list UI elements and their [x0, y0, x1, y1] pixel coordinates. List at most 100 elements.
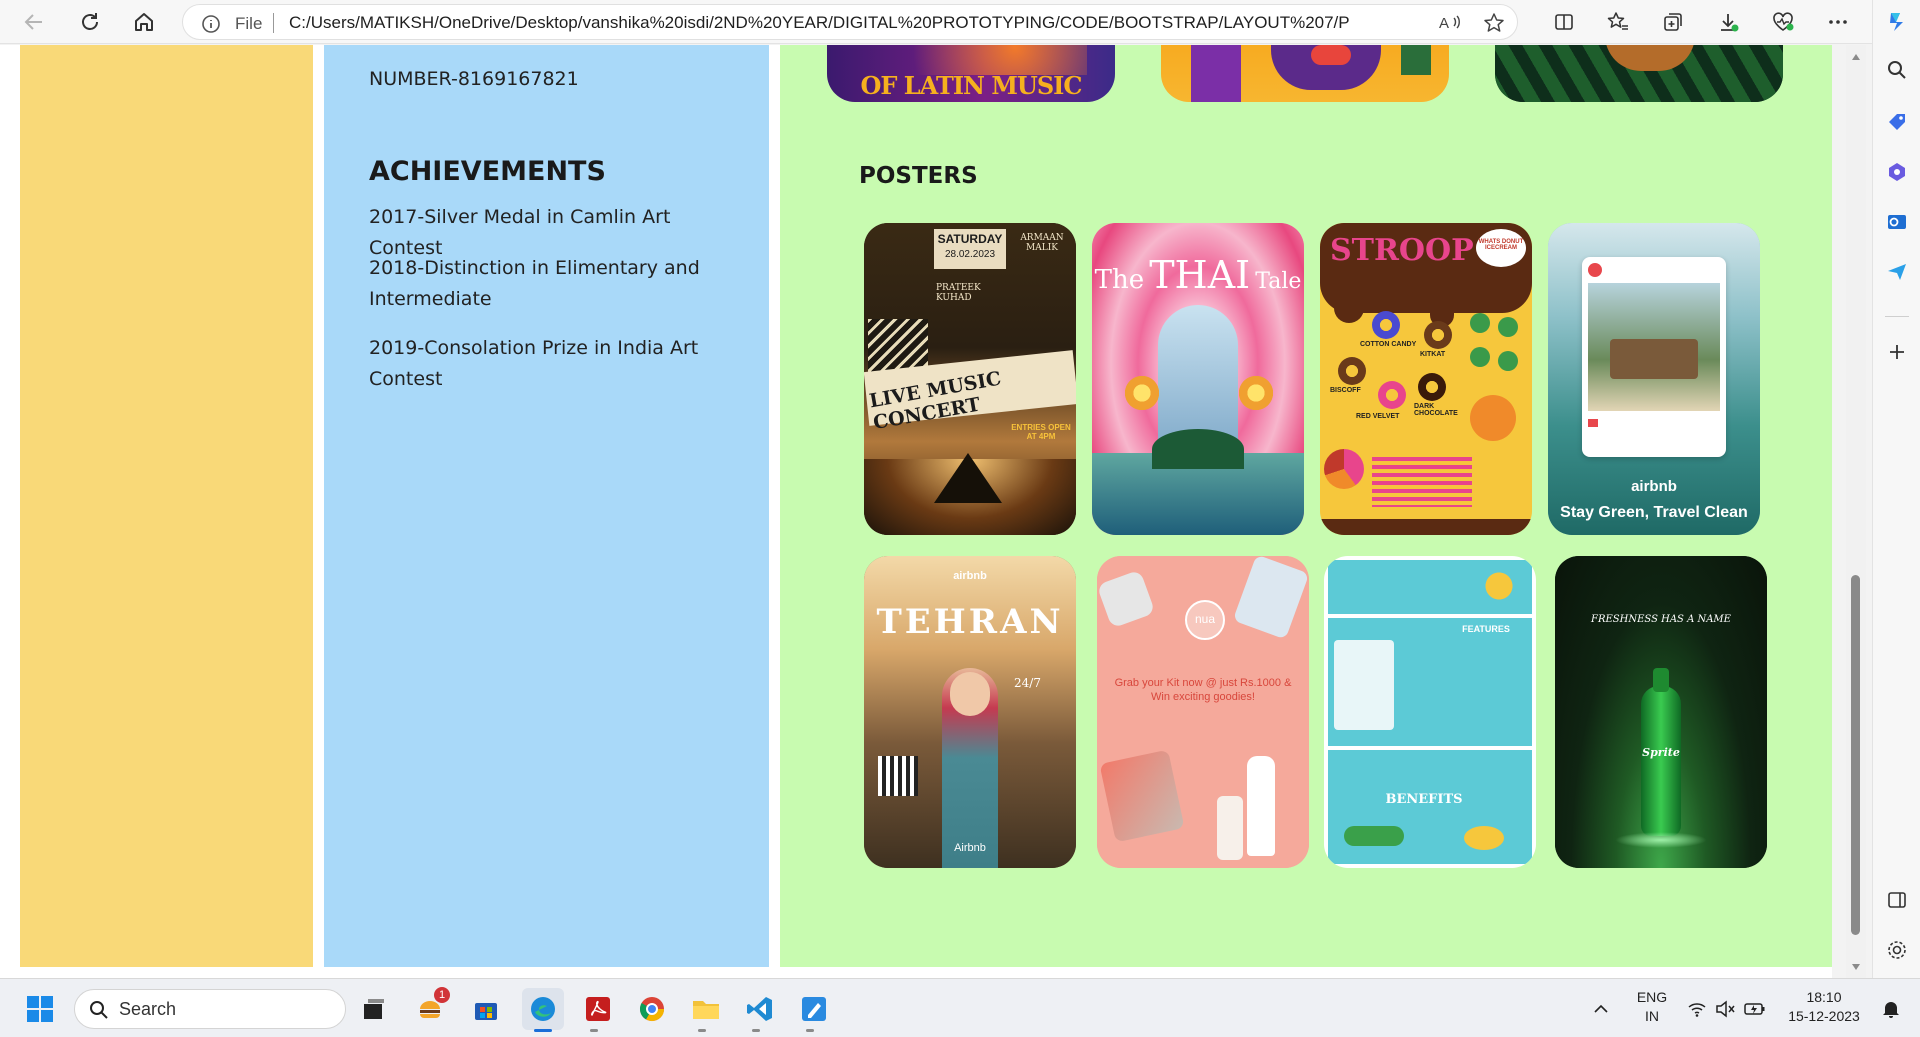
widgets-button[interactable]: 1: [412, 987, 450, 1027]
achievement-item: 2019-Consolation Prize in India Art Cont…: [369, 337, 699, 390]
poster-tehran[interactable]: airbnb TEHRAN 24/7 Airbnb: [864, 556, 1076, 868]
hide-sidebar-button[interactable]: [1885, 888, 1909, 912]
poster-airbnb-stay-green[interactable]: airbnb Stay Green, Travel Clean: [1548, 223, 1760, 535]
sidebar-search-button[interactable]: [1885, 58, 1909, 82]
windows-taskbar: Search 1 ENG IN 18:10 15-12-2023: [0, 978, 1920, 1037]
browser-essentials-button[interactable]: [1767, 6, 1799, 38]
battery-charging-icon: [1744, 1003, 1765, 1015]
copilot-button[interactable]: [1885, 10, 1909, 34]
tools-button[interactable]: [1885, 160, 1909, 184]
gallery-card-jungle[interactable]: [1495, 45, 1783, 102]
read-aloud-icon[interactable]: A: [1439, 12, 1463, 34]
poster-text: airbnb: [953, 570, 987, 582]
vscode-icon: [747, 997, 772, 1021]
poster-nua[interactable]: nua Grab your Kit now @ just Rs.1000 & W…: [1097, 556, 1309, 868]
clock[interactable]: 18:10 15-12-2023: [1778, 989, 1870, 1024]
poster-text: RED VELVET: [1356, 413, 1400, 420]
refresh-button[interactable]: [74, 6, 106, 38]
shopping-button[interactable]: [1885, 110, 1909, 134]
start-button[interactable]: [22, 991, 58, 1027]
contact-number: NUMBER-8169167821: [369, 68, 579, 90]
poster-text: nua: [1194, 612, 1216, 626]
shopping-tag-icon: [1889, 114, 1905, 130]
language-indicator[interactable]: ENG IN: [1632, 989, 1672, 1024]
chrome-button[interactable]: [634, 991, 670, 1027]
scrollbar-thumb[interactable]: [1851, 575, 1860, 935]
info-icon[interactable]: [201, 14, 221, 34]
edge-icon: [531, 997, 555, 1021]
poster-text: BISCOFF: [1330, 387, 1361, 394]
refresh-icon: [82, 13, 98, 30]
favorites-button[interactable]: [1602, 6, 1634, 38]
address-separator: [273, 13, 274, 33]
heart-pulse-icon: [1773, 12, 1794, 31]
poster-live-music-concert[interactable]: SATURDAY 28.02.2023 ARMAAN MALIK PRATEEK…: [864, 223, 1076, 535]
poster-text: STROOP: [1330, 233, 1474, 268]
outlook-button[interactable]: [1885, 210, 1909, 234]
edge-taskbar-button[interactable]: [522, 988, 564, 1030]
poster-text: DARK CHOCOLATE: [1414, 403, 1458, 417]
show-hidden-icons-button[interactable]: [1584, 991, 1618, 1027]
chevron-up-icon: [1594, 1004, 1608, 1013]
poster-thai-tale[interactable]: The THAI Tale: [1092, 223, 1304, 535]
tools-icon: [1889, 163, 1905, 181]
poster-text: ARMAAN MALIK: [1020, 233, 1064, 253]
yellow-column: [20, 45, 313, 967]
back-button[interactable]: [18, 6, 50, 38]
svg-text:A: A: [1439, 15, 1449, 32]
scroll-up-icon[interactable]: [1851, 53, 1861, 61]
acrobat-button[interactable]: [580, 991, 616, 1027]
gallery-card-festival[interactable]: [1161, 45, 1449, 102]
settings-more-button[interactable]: [1822, 6, 1854, 38]
poster-stroop[interactable]: STROOP WHATS DONUT ICECREAM COTTON CANDY…: [1320, 223, 1532, 535]
poster-text: Sprite: [1642, 746, 1680, 759]
file-label: File: [235, 14, 263, 33]
poster-features-benefits[interactable]: FEATURES BENEFITS: [1324, 556, 1536, 868]
outlook-icon: [1888, 215, 1906, 229]
active-app-indicator: [534, 1029, 552, 1032]
collections-button[interactable]: [1657, 6, 1689, 38]
download-icon: [1721, 14, 1739, 32]
task-view-button[interactable]: [356, 991, 392, 1027]
split-screen-button[interactable]: [1548, 6, 1580, 38]
collections-icon: [1664, 13, 1682, 31]
poster-text: 24/7: [1014, 676, 1041, 690]
vscode-button[interactable]: [742, 991, 778, 1027]
poster-text: COTTON CANDY: [1360, 341, 1417, 348]
poster-text: Grab your Kit now @ just Rs.1000 & Win e…: [1114, 677, 1292, 703]
home-icon: [135, 13, 153, 31]
notifications-button[interactable]: [1876, 991, 1906, 1027]
back-arrow-icon: [24, 14, 42, 30]
volume-button[interactable]: [1710, 991, 1740, 1027]
vertical-scrollbar[interactable]: [1846, 45, 1866, 978]
poster-sprite[interactable]: FRESHNESS HAS A NAME Sprite: [1555, 556, 1767, 868]
wifi-button[interactable]: [1682, 991, 1712, 1027]
poster-text: Tale: [1255, 269, 1302, 294]
downloads-button[interactable]: [1712, 6, 1744, 38]
url-text[interactable]: C:/Users/MATIKSH/OneDrive/Desktop/vanshi…: [289, 13, 1349, 33]
address-bar[interactable]: File C:/Users/MATIKSH/OneDrive/Desktop/v…: [182, 4, 1518, 40]
poster-text: BENEFITS: [1385, 792, 1463, 807]
paint-button[interactable]: [796, 991, 832, 1027]
poster-text: The: [1094, 265, 1145, 295]
running-app-indicator: [806, 1029, 814, 1032]
poster-text: PRATEEK KUHAD: [936, 283, 981, 303]
more-dots-icon: [1829, 20, 1847, 24]
gallery-card-latin-music[interactable]: OF LATIN MUSIC: [827, 45, 1115, 102]
taskbar-search-box[interactable]: Search: [74, 989, 346, 1029]
poster-text: FRESHNESS HAS A NAME: [1591, 614, 1731, 625]
store-button[interactable]: [468, 991, 504, 1027]
favorite-star-icon[interactable]: [1483, 12, 1505, 34]
home-button[interactable]: [128, 6, 160, 38]
sidebar-settings-button[interactable]: [1885, 938, 1909, 962]
scroll-down-icon[interactable]: [1851, 963, 1861, 971]
send-button[interactable]: [1885, 260, 1909, 284]
poster-text: Stay Green, Travel Clean: [1560, 504, 1748, 521]
search-label: Search: [119, 999, 177, 1019]
paper-plane-icon: [1888, 264, 1906, 280]
date-label: 15-12-2023: [1788, 1008, 1860, 1024]
file-explorer-button[interactable]: [688, 991, 724, 1027]
add-sidebar-app-button[interactable]: [1885, 340, 1909, 364]
achievements-heading: ACHIEVEMENTS: [369, 156, 606, 187]
battery-button[interactable]: [1740, 991, 1770, 1027]
